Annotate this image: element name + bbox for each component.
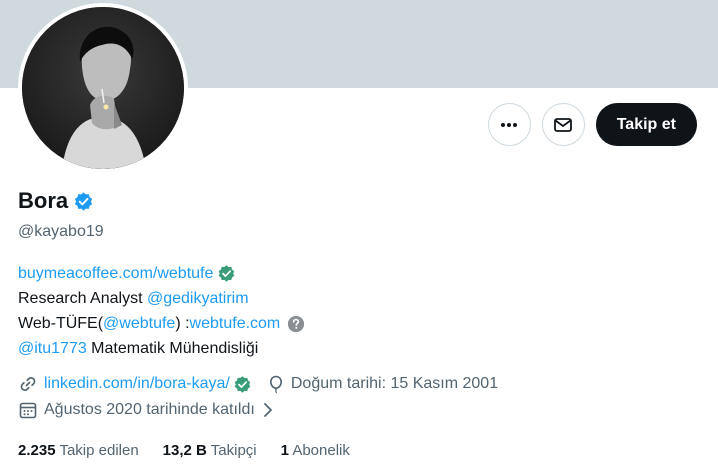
link-icon xyxy=(20,377,36,391)
followers-label: Takipçi xyxy=(210,442,257,459)
message-button[interactable] xyxy=(541,103,585,146)
website-item: linkedin.com/in/bora-kaya/ xyxy=(18,374,252,394)
bio-line-2: Research Analyst @gedikyatirim xyxy=(18,286,305,311)
following-label: Takip edilen xyxy=(59,442,139,459)
subscribers-label: Abonelik xyxy=(292,442,350,459)
avatar-photo xyxy=(22,7,184,169)
bio-text-role: Research Analyst xyxy=(18,290,147,307)
bio-link-buymeacoffee[interactable]: buymeacoffee.com/webtufe xyxy=(18,261,213,286)
avatar[interactable] xyxy=(22,7,184,169)
joined-text: Ağustos 2020 tarihinde katıldı xyxy=(44,401,255,418)
birthday-text: Doğum tarihi: 15 Kasım 2001 xyxy=(290,375,499,392)
calendar-icon xyxy=(19,402,37,419)
profile-stats: 2.235 Takip edilen 13,2 B Takipçi 1 Abon… xyxy=(18,442,350,459)
subscribers-count: 1 xyxy=(280,442,289,459)
chevron-right-icon[interactable] xyxy=(260,401,276,419)
profile-handle: @kayabo19 xyxy=(18,223,104,240)
more-button[interactable] xyxy=(487,103,531,146)
bio-link-webtufe[interactable]: webtufe.com xyxy=(190,311,281,336)
help-circle-icon[interactable] xyxy=(287,315,305,333)
bio-text-webtufe-prefix: Web-TÜFE( xyxy=(18,315,104,332)
envelope-icon xyxy=(554,117,573,132)
bio-text-education: Matematik Mühendisliği xyxy=(86,340,259,357)
bio-line-1: buymeacoffee.com/webtufe xyxy=(18,261,305,286)
more-horizontal-icon xyxy=(501,122,518,127)
profile-meta-row-2: Ağustos 2020 tarihinde katıldı xyxy=(18,400,276,420)
verified-link-icon xyxy=(234,375,251,393)
followers-count: 13,2 B xyxy=(162,442,207,459)
following-count: 2.235 xyxy=(18,442,56,459)
bio-line-3: Web-TÜFE( @webtufe ) : webtufe.com xyxy=(18,311,305,336)
profile-name: Bora xyxy=(18,188,69,213)
balloon-icon xyxy=(269,375,282,394)
profile-actions: Takip et xyxy=(487,103,697,146)
subscribers-stat[interactable]: 1 Abonelik xyxy=(281,442,350,459)
bio-text-webtufe-mid: ) : xyxy=(175,315,190,332)
profile-name-row: Bora xyxy=(18,188,94,214)
profile-bio: buymeacoffee.com/webtufe Research Analys… xyxy=(18,261,305,361)
birthday-item: Doğum tarihi: 15 Kasım 2001 xyxy=(266,374,498,394)
profile-meta-row-1: linkedin.com/in/bora-kaya/ Doğum tarihi:… xyxy=(18,374,498,394)
verified-badge-icon[interactable] xyxy=(73,191,94,212)
website-link[interactable]: linkedin.com/in/bora-kaya/ xyxy=(44,375,230,393)
bio-mention-gedikyatirim[interactable]: @gedikyatirim xyxy=(147,286,249,311)
following-stat[interactable]: 2.235 Takip edilen xyxy=(18,442,139,459)
bio-mention-webtufe[interactable]: @webtufe xyxy=(103,311,175,336)
bio-mention-itu1773[interactable]: @itu1773 xyxy=(18,336,87,361)
verified-link-icon xyxy=(219,265,235,282)
follow-button[interactable]: Takip et xyxy=(595,103,697,146)
bio-line-4: @itu1773 Matematik Mühendisliği xyxy=(18,336,305,361)
followers-stat[interactable]: 13,2 B Takipçi xyxy=(163,442,257,459)
